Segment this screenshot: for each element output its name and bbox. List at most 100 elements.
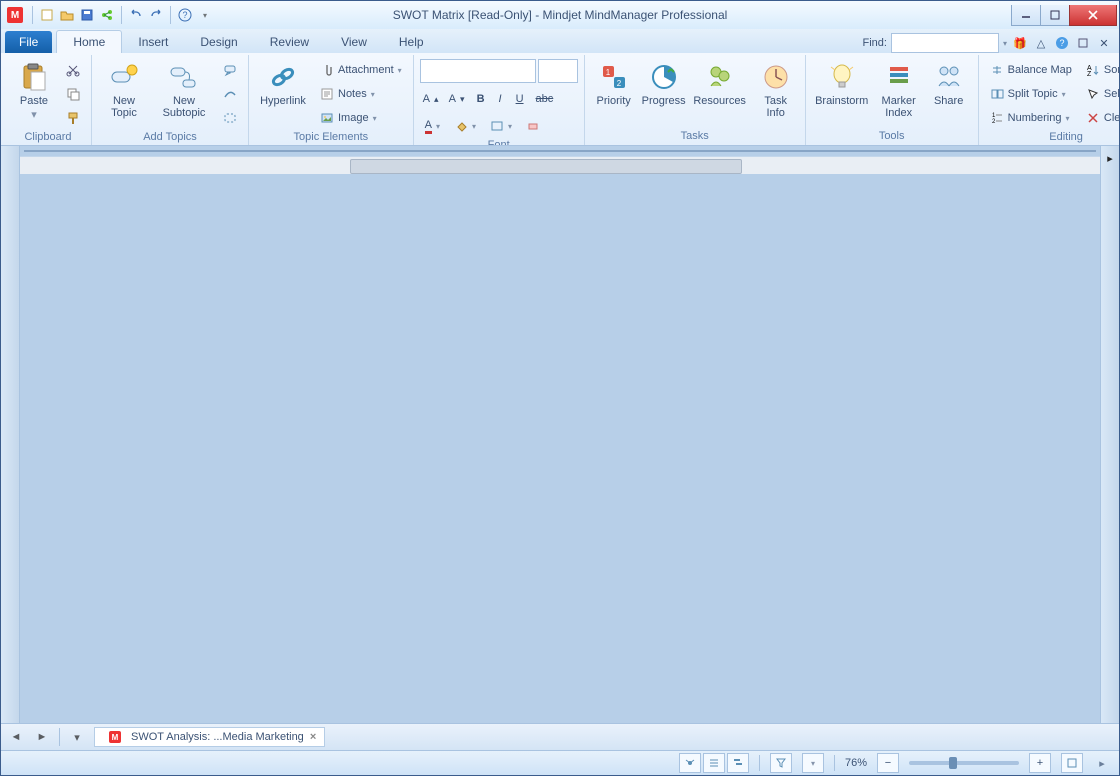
clear-formatting-button[interactable] (521, 115, 545, 137)
share-button[interactable]: Share (926, 59, 972, 109)
qat-redo-icon[interactable] (147, 6, 165, 24)
filter-button[interactable] (770, 753, 792, 773)
notes-button[interactable]: Notes▾ (315, 83, 407, 105)
callout-button[interactable] (218, 59, 242, 81)
zoom-level: 76% (845, 757, 867, 769)
help-icon[interactable]: ? (1053, 34, 1071, 52)
new-topic-button[interactable]: New Topic (98, 59, 150, 121)
strike-button[interactable]: abc (533, 88, 557, 110)
zoom-in-button[interactable]: + (1029, 753, 1051, 773)
marker-icon (883, 61, 915, 93)
mindmap-canvas[interactable]: SWOT Analysis: Social Media Marketing S … (24, 150, 1096, 152)
share-icon (933, 61, 965, 93)
line-color-button[interactable]: ▾ (485, 115, 517, 137)
fit-button[interactable] (1061, 753, 1083, 773)
find-label: Find: (863, 37, 887, 49)
pan-right-icon[interactable]: ▸ (1093, 754, 1111, 772)
group-label: Clipboard (11, 129, 85, 146)
new-subtopic-icon (168, 61, 200, 93)
nav-forward-icon[interactable]: ► (33, 728, 51, 746)
document-tab[interactable]: M SWOT Analysis: ...Media Marketing × (94, 727, 325, 747)
qat-new-icon[interactable] (38, 6, 56, 24)
svg-text:1: 1 (605, 68, 610, 77)
tab-review[interactable]: Review (254, 31, 325, 53)
paste-button[interactable]: Paste▾ (11, 59, 57, 123)
attachment-button[interactable]: Attachment▾ (315, 59, 407, 81)
shrink-font-button[interactable]: A▾ (446, 88, 468, 110)
priority-button[interactable]: 12 Priority (591, 59, 637, 109)
copy-button[interactable] (61, 83, 85, 105)
split-topic-button[interactable]: Split Topic▾ (985, 83, 1077, 105)
gift-icon[interactable]: 🎁 (1011, 34, 1029, 52)
horizontal-scrollbar[interactable] (20, 156, 1100, 174)
tab-help[interactable]: Help (383, 31, 440, 53)
qat-open-icon[interactable] (58, 6, 76, 24)
taskinfo-button[interactable]: Task Info (753, 59, 799, 121)
marker-index-button[interactable]: Marker Index (876, 59, 922, 121)
qat-save-icon[interactable] (78, 6, 96, 24)
hyperlink-icon (267, 61, 299, 93)
brainstorm-icon (826, 61, 858, 93)
view-outline-button[interactable] (703, 753, 725, 773)
find-input[interactable] (891, 33, 999, 53)
image-button[interactable]: Image▾ (315, 107, 407, 129)
font-name-select[interactable] (420, 59, 536, 83)
italic-button[interactable]: I (494, 88, 507, 110)
right-panel-rail[interactable]: ▸ (1100, 146, 1119, 723)
zoom-out-button[interactable]: − (877, 753, 899, 773)
format-painter-button[interactable] (61, 107, 85, 129)
close-button[interactable] (1069, 5, 1117, 26)
doc-close-icon[interactable]: ✕ (1095, 34, 1113, 52)
select-button[interactable]: Select▾ (1081, 83, 1119, 105)
new-topic-icon (108, 61, 140, 93)
grow-font-button[interactable]: A▴ (420, 88, 442, 110)
left-panel-rail[interactable] (1, 146, 20, 723)
maximize-button[interactable] (1040, 5, 1070, 26)
qat-customize-icon[interactable]: ▾ (196, 6, 214, 24)
close-tab-icon[interactable]: × (310, 731, 316, 743)
ribbon-tabs: File Home Insert Design Review View Help… (1, 29, 1119, 53)
numbering-button[interactable]: 12Numbering▾ (985, 107, 1077, 129)
group-editing: Balance Map Split Topic▾ 12Numbering▾ AZ… (979, 55, 1119, 145)
hyperlink-button[interactable]: Hyperlink (255, 59, 311, 109)
tab-view[interactable]: View (325, 31, 383, 53)
status-bar: ▾ 76% − + ▸ (1, 750, 1119, 775)
resources-icon (704, 61, 736, 93)
doc-restore-icon[interactable] (1074, 34, 1092, 52)
tab-design[interactable]: Design (184, 31, 253, 53)
task-panel-icon[interactable]: ▸ (1107, 152, 1113, 165)
group-addtopics: New Topic New Subtopic Add Topics (92, 55, 249, 145)
resources-button[interactable]: Resources (691, 59, 749, 109)
qat-help-icon[interactable]: ? (176, 6, 194, 24)
qat-share-icon[interactable] (98, 6, 116, 24)
brainstorm-button[interactable]: Brainstorm (812, 59, 872, 109)
tab-insert[interactable]: Insert (122, 31, 184, 53)
view-gantt-button[interactable] (727, 753, 749, 773)
file-tab[interactable]: File (5, 31, 52, 53)
tab-home[interactable]: Home (56, 30, 122, 53)
balance-map-button[interactable]: Balance Map (985, 59, 1077, 81)
underline-button[interactable]: U (511, 88, 529, 110)
font-size-select[interactable] (538, 59, 578, 83)
new-subtopic-button[interactable]: New Subtopic (154, 59, 214, 121)
filter-dropdown[interactable]: ▾ (802, 753, 824, 773)
nav-back-icon[interactable]: ◄ (7, 728, 25, 746)
cut-button[interactable] (61, 59, 85, 81)
minimize-button[interactable] (1011, 5, 1041, 26)
group-tasks: 12 Priority Progress Resources Task Info… (585, 55, 806, 145)
nav-dropdown-icon[interactable]: ▾ (68, 728, 86, 746)
title-bar: M ? ▾ SWOT Matrix [Read-Only] - Mindjet … (1, 1, 1119, 29)
font-color-button[interactable]: A▾ (420, 115, 445, 137)
sort-button[interactable]: AZSort▾ (1081, 59, 1119, 81)
fill-color-button[interactable]: ▾ (449, 115, 481, 137)
zoom-slider[interactable] (909, 761, 1019, 765)
clear-button[interactable]: Clear▾ (1081, 107, 1119, 129)
boundary-button[interactable] (218, 107, 242, 129)
view-map-button[interactable] (679, 753, 701, 773)
relationship-button[interactable] (218, 83, 242, 105)
qat-undo-icon[interactable] (127, 6, 145, 24)
group-clipboard: Paste▾ Clipboard (5, 55, 92, 145)
progress-button[interactable]: Progress (641, 59, 687, 109)
ribbon-minimize-icon[interactable]: △ (1032, 34, 1050, 52)
bold-button[interactable]: B (472, 88, 490, 110)
